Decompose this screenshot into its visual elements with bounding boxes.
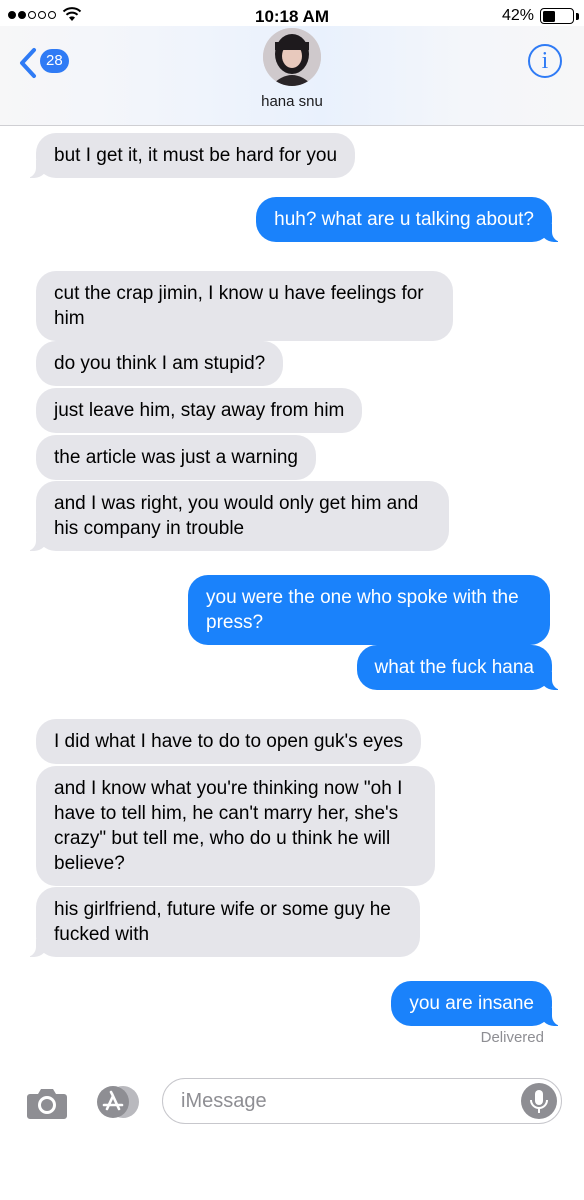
message-outgoing[interactable]: huh? what are u talking about?: [256, 197, 566, 242]
message-incoming[interactable]: do you think I am stupid?: [36, 341, 284, 386]
message-outgoing[interactable]: you were the one who spoke with the pres…: [188, 575, 550, 645]
message-incoming[interactable]: the article was just a warning: [36, 435, 316, 480]
back-button[interactable]: 28: [18, 46, 78, 80]
compose-bar: [0, 1068, 584, 1138]
battery-percent: 42%: [501, 7, 534, 24]
contact-name[interactable]: hana snu: [0, 93, 584, 110]
message-incoming[interactable]: cut the crap jimin, I know u have feelin…: [36, 271, 453, 341]
microphone-icon: [530, 1090, 548, 1113]
battery-cap: [576, 13, 579, 20]
message-incoming[interactable]: just leave him, stay away from him: [36, 388, 363, 433]
status-time: 10:18 AM: [254, 7, 329, 26]
message-outgoing[interactable]: what the fuck hana: [356, 645, 566, 690]
message-incoming[interactable]: his girlfriend, future wife or some guy …: [22, 887, 420, 957]
delivery-status: Delivered: [480, 1029, 544, 1046]
unread-count-badge: 28: [40, 49, 69, 73]
avatar[interactable]: [263, 28, 321, 86]
message-thread[interactable]: but I get it, it must be hard for you hu…: [0, 127, 584, 1067]
message-input-field[interactable]: [162, 1078, 562, 1124]
message-incoming[interactable]: and I was right, you would only get him …: [22, 481, 449, 551]
message-input[interactable]: [181, 1087, 511, 1115]
message-incoming[interactable]: I did what I have to do to open guk's ey…: [36, 719, 422, 764]
message-incoming[interactable]: but I get it, it must be hard for you: [21, 133, 356, 178]
message-outgoing[interactable]: you are insane: [391, 981, 566, 1026]
avatar-photo: [263, 28, 321, 86]
microphone-button[interactable]: [521, 1083, 557, 1119]
battery-icon: [540, 8, 574, 24]
conversation-header: 28 hana snu i: [0, 26, 584, 126]
battery-level: [542, 10, 555, 22]
app-store-icon[interactable]: [94, 1084, 140, 1120]
chevron-left-icon: [20, 48, 36, 78]
info-icon[interactable]: i: [528, 44, 562, 78]
camera-icon[interactable]: [26, 1086, 68, 1120]
message-incoming[interactable]: and I know what you're thinking now "oh …: [36, 766, 435, 886]
